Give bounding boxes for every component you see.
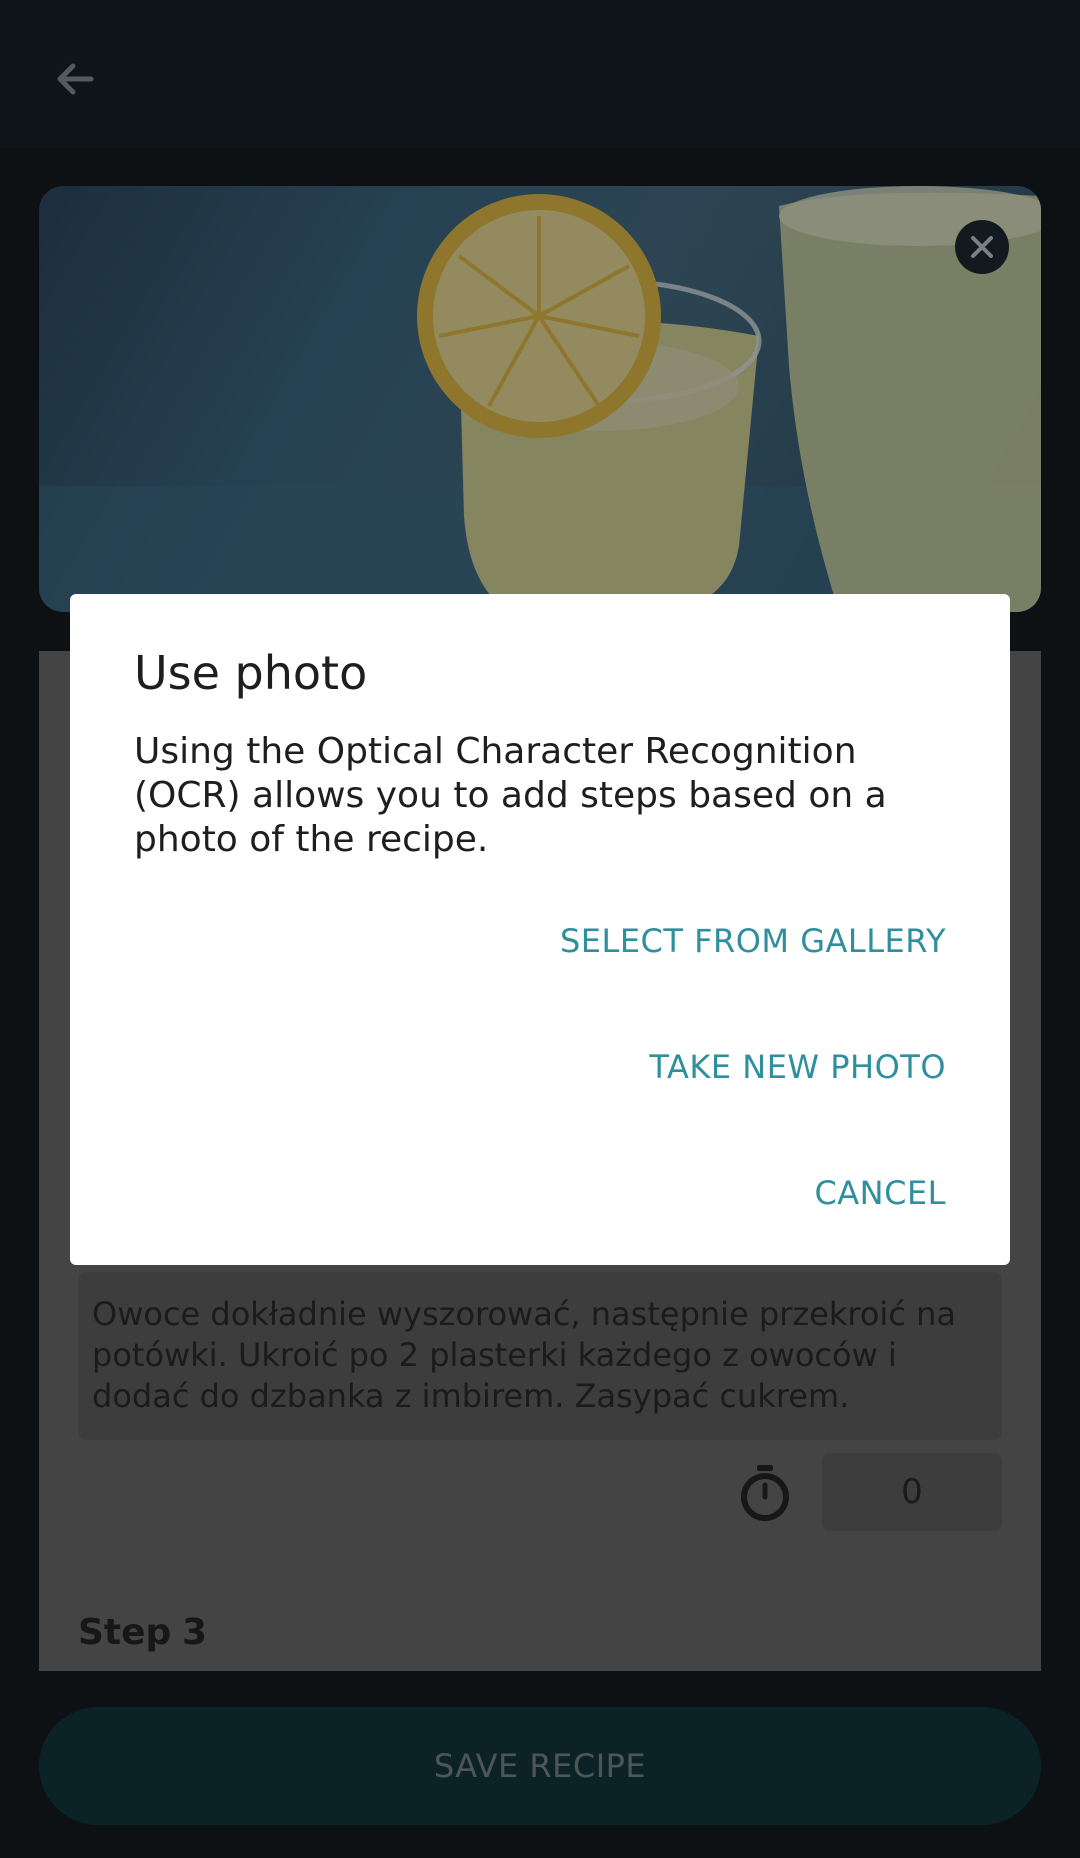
- dialog-message: Using the Optical Character Recognition …: [134, 731, 887, 860]
- dialog-title: Use photo: [134, 646, 368, 700]
- take-new-photo-button[interactable]: TAKE NEW PHOTO: [649, 1048, 946, 1086]
- select-from-gallery-button[interactable]: SELECT FROM GALLERY: [560, 922, 946, 960]
- cancel-button[interactable]: CANCEL: [814, 1174, 946, 1212]
- use-photo-dialog: Use photo Using the Optical Character Re…: [70, 594, 1010, 1265]
